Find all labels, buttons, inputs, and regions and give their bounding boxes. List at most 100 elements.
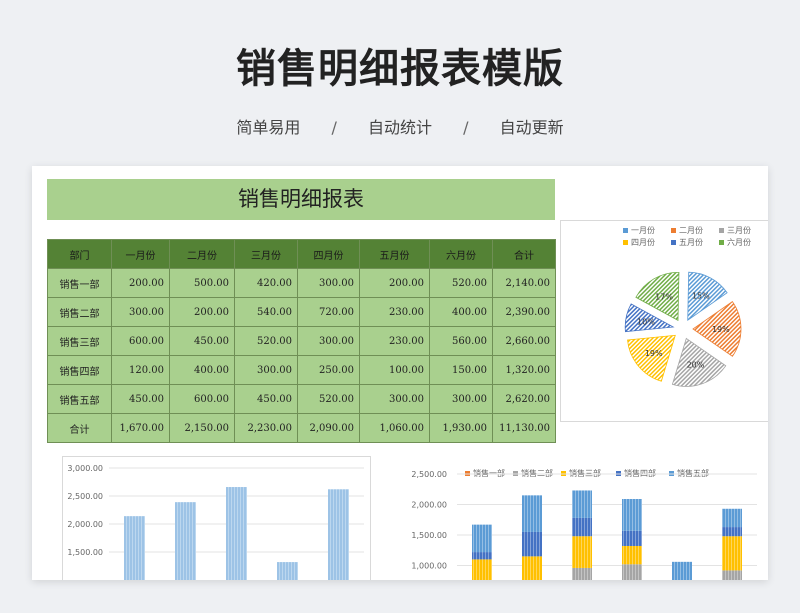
table-cell[interactable]: 200.00 (111, 268, 170, 298)
row-label-cell[interactable]: 销售五部 (47, 384, 112, 414)
table-row: 合计 1,670.00 2,150.00 2,230.00 2,090.00 1,060.… (47, 413, 556, 443)
table-row: 销售一部 200.00 500.00 420.00 300.00 200.00 520.00… (47, 268, 556, 298)
feature-item: 自动更新 (499, 118, 564, 137)
sales-table: 部门 一月份 二月份 三月份 四月份 五月份 六月份 合计 销售一部 200.00 500.00 4… (47, 239, 556, 443)
pie-slice (627, 334, 676, 382)
table-cell[interactable]: 250.00 (297, 355, 360, 385)
table-cell[interactable]: 2,230.00 (234, 413, 298, 443)
table-cell[interactable]: 200.00 (359, 268, 430, 298)
stacked-bar-segment (572, 517, 592, 537)
table-cell[interactable]: 300.00 (297, 268, 360, 298)
table-cell[interactable]: 600.00 (169, 384, 235, 414)
table-cell[interactable]: 2,140.00 (492, 268, 556, 298)
legend-swatch (671, 240, 676, 245)
pie-data-label: 19% (645, 349, 663, 358)
stacked-bar-segment (622, 530, 642, 546)
table-cell[interactable]: 300.00 (429, 384, 493, 414)
table-cell[interactable]: 520.00 (297, 384, 360, 414)
table-cell[interactable]: 2,660.00 (492, 326, 556, 356)
column-header: 五月份 (359, 239, 430, 269)
legend-swatch (671, 228, 676, 233)
column-header: 三月份 (234, 239, 298, 269)
y-tick-label: 2,500.00 (411, 470, 447, 479)
table-row: 销售四部 120.00 400.00 300.00 250.00 100.00 150.00… (47, 355, 556, 385)
sheet-title: 销售明细报表 (47, 179, 555, 220)
table-cell[interactable]: 300.00 (234, 355, 298, 385)
row-label-cell[interactable]: 合计 (47, 413, 112, 443)
table-cell[interactable]: 520.00 (429, 268, 493, 298)
stacked-bar-segment (622, 499, 642, 531)
legend-label: 销售一部 (473, 468, 505, 478)
table-cell[interactable]: 560.00 (429, 326, 493, 356)
row-label-cell[interactable]: 销售三部 (47, 326, 112, 356)
table-cell[interactable]: 11,130.00 (492, 413, 556, 443)
legend-swatch (623, 240, 628, 245)
table-row: 销售五部 450.00 600.00 450.00 520.00 300.00 300.00… (47, 384, 556, 414)
stacked-bar-segment (722, 527, 742, 537)
legend-swatch (719, 240, 724, 245)
table-cell[interactable]: 400.00 (169, 355, 235, 385)
y-tick-label: 2,000.00 (67, 520, 103, 529)
legend-swatch (623, 228, 628, 233)
row-label-cell[interactable]: 销售四部 (47, 355, 112, 385)
y-tick-label: 1,000.00 (411, 562, 447, 571)
table-cell[interactable]: 2,090.00 (297, 413, 360, 443)
table-cell[interactable]: 150.00 (429, 355, 493, 385)
legend-label: 二月份 (679, 225, 703, 235)
stacked-bar-segment (472, 559, 492, 580)
table-cell[interactable]: 1,670.00 (111, 413, 170, 443)
bar (328, 489, 349, 580)
table-cell[interactable]: 100.00 (359, 355, 430, 385)
y-tick-label: 1,500.00 (411, 531, 447, 540)
feature-subtitle: 简单易用 / 自动统计 / 自动更新 (0, 114, 800, 138)
table-cell[interactable]: 300.00 (297, 326, 360, 356)
table-cell[interactable]: 500.00 (169, 268, 235, 298)
table-cell[interactable]: 520.00 (234, 326, 298, 356)
table-cell[interactable]: 1,320.00 (492, 355, 556, 385)
table-cell[interactable]: 720.00 (297, 297, 360, 327)
pie-data-label: 15% (692, 292, 710, 301)
table-cell[interactable]: 450.00 (234, 384, 298, 414)
pie-data-label: 17% (655, 292, 673, 301)
table-cell[interactable]: 420.00 (234, 268, 298, 298)
stacked-bar-segment (472, 552, 492, 560)
table-cell[interactable]: 400.00 (429, 297, 493, 327)
table-cell[interactable]: 450.00 (111, 384, 170, 414)
pie-data-label: 19% (712, 325, 730, 334)
table-cell[interactable]: 600.00 (111, 326, 170, 356)
column-header: 部门 (47, 239, 112, 269)
table-cell[interactable]: 300.00 (111, 297, 170, 327)
bar (124, 516, 145, 580)
table-cell[interactable]: 450.00 (169, 326, 235, 356)
stacked-bar-segment (622, 545, 642, 565)
row-label-cell[interactable]: 销售二部 (47, 297, 112, 327)
table-cell[interactable]: 120.00 (111, 355, 170, 385)
table-cell[interactable]: 230.00 (359, 297, 430, 327)
table-cell[interactable]: 1,930.00 (429, 413, 493, 443)
department-bar-chart: 3,000.00 2,500.00 2,000.00 1,500.00 (62, 456, 371, 580)
bar-chart-svg: 3,000.00 2,500.00 2,000.00 1,500.00 (67, 464, 364, 580)
table-cell[interactable]: 230.00 (359, 326, 430, 356)
y-tick-label: 2,500.00 (67, 492, 103, 501)
table-cell[interactable]: 200.00 (169, 297, 235, 327)
bar (226, 487, 247, 580)
legend-label: 四月份 (631, 237, 655, 247)
table-cell[interactable]: 1,060.00 (359, 413, 430, 443)
column-header: 合计 (492, 239, 556, 269)
pie-data-label: 20% (687, 361, 705, 370)
table-cell[interactable]: 540.00 (234, 297, 298, 327)
table-row: 销售二部 300.00 200.00 540.00 720.00 230.00 400.00… (47, 297, 556, 327)
table-cell[interactable]: 2,150.00 (169, 413, 235, 443)
legend-label: 一月份 (631, 225, 655, 235)
table-cell[interactable]: 2,620.00 (492, 384, 556, 414)
table-cell[interactable]: 2,390.00 (492, 297, 556, 327)
stacked-column-chart: 销售一部 销售二部 销售三部 销售四部 销售五部 2,500.00 2,000.00 1,50… (407, 462, 767, 580)
page-title: 销售明细报表模版 (236, 46, 564, 92)
spreadsheet-preview: 销售明细报表 部门 一月份 二月份 三月份 四月份 五月份 六月份 合计 销售一部 200.00… (32, 166, 768, 580)
table-cell[interactable]: 300.00 (359, 384, 430, 414)
stacked-bar-segment (572, 536, 592, 568)
stacked-bar-segment (722, 508, 742, 528)
column-header: 四月份 (297, 239, 360, 269)
row-label-cell[interactable]: 销售一部 (47, 268, 112, 298)
column-header: 一月份 (111, 239, 170, 269)
